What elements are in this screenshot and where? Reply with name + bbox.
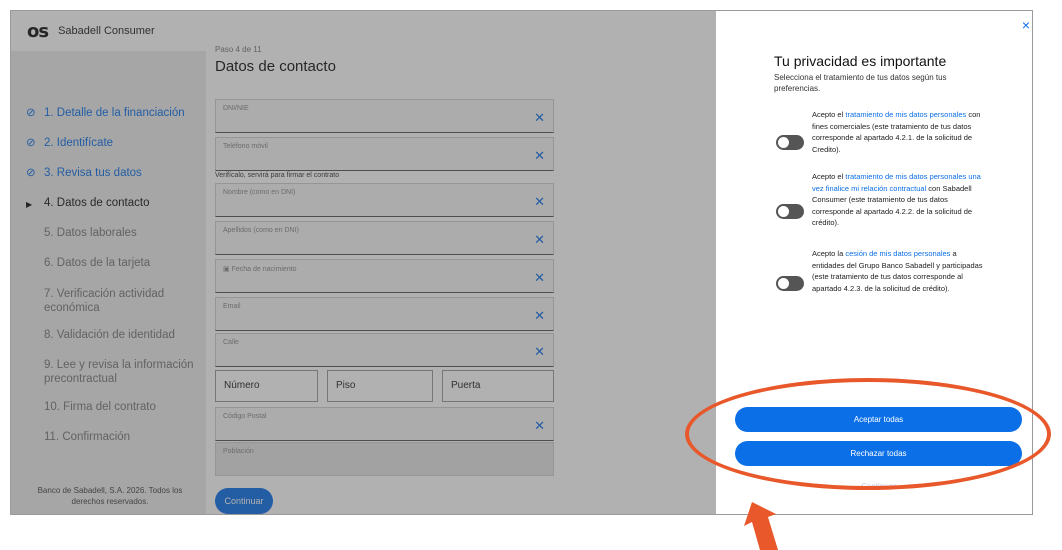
consent-pre: Acepto el xyxy=(812,172,846,181)
consent-link-1[interactable]: tratamiento de mis datos personales xyxy=(845,110,966,119)
consent-pre: Acepto la xyxy=(812,249,846,258)
consent-text-1: Acepto el tratamiento de mis datos perso… xyxy=(812,109,990,155)
highlight-ellipse xyxy=(685,378,1051,490)
privacy-title: Tu privacidad es importante xyxy=(774,53,947,69)
consent-text-2: Acepto el tratamiento de mis datos perso… xyxy=(812,171,990,229)
consent-toggle-1[interactable] xyxy=(776,135,804,150)
application: os Sabadell Consumer ⊘ 1. Detalle de la f… xyxy=(11,11,716,514)
consent-toggle-2[interactable] xyxy=(776,204,804,219)
privacy-subtitle: Selecciona el tratamiento de tus datos s… xyxy=(774,73,947,93)
consent-toggle-3[interactable] xyxy=(776,276,804,291)
modal-overlay[interactable] xyxy=(11,11,716,514)
consent-text-3: Acepto la cesión de mis datos personales… xyxy=(812,248,990,294)
consent-pre: Acepto el xyxy=(812,110,846,119)
pointer-arrow-icon xyxy=(744,502,778,550)
consent-link-3[interactable]: cesión de mis datos personales xyxy=(845,249,950,258)
close-icon[interactable]: × xyxy=(1022,17,1030,33)
